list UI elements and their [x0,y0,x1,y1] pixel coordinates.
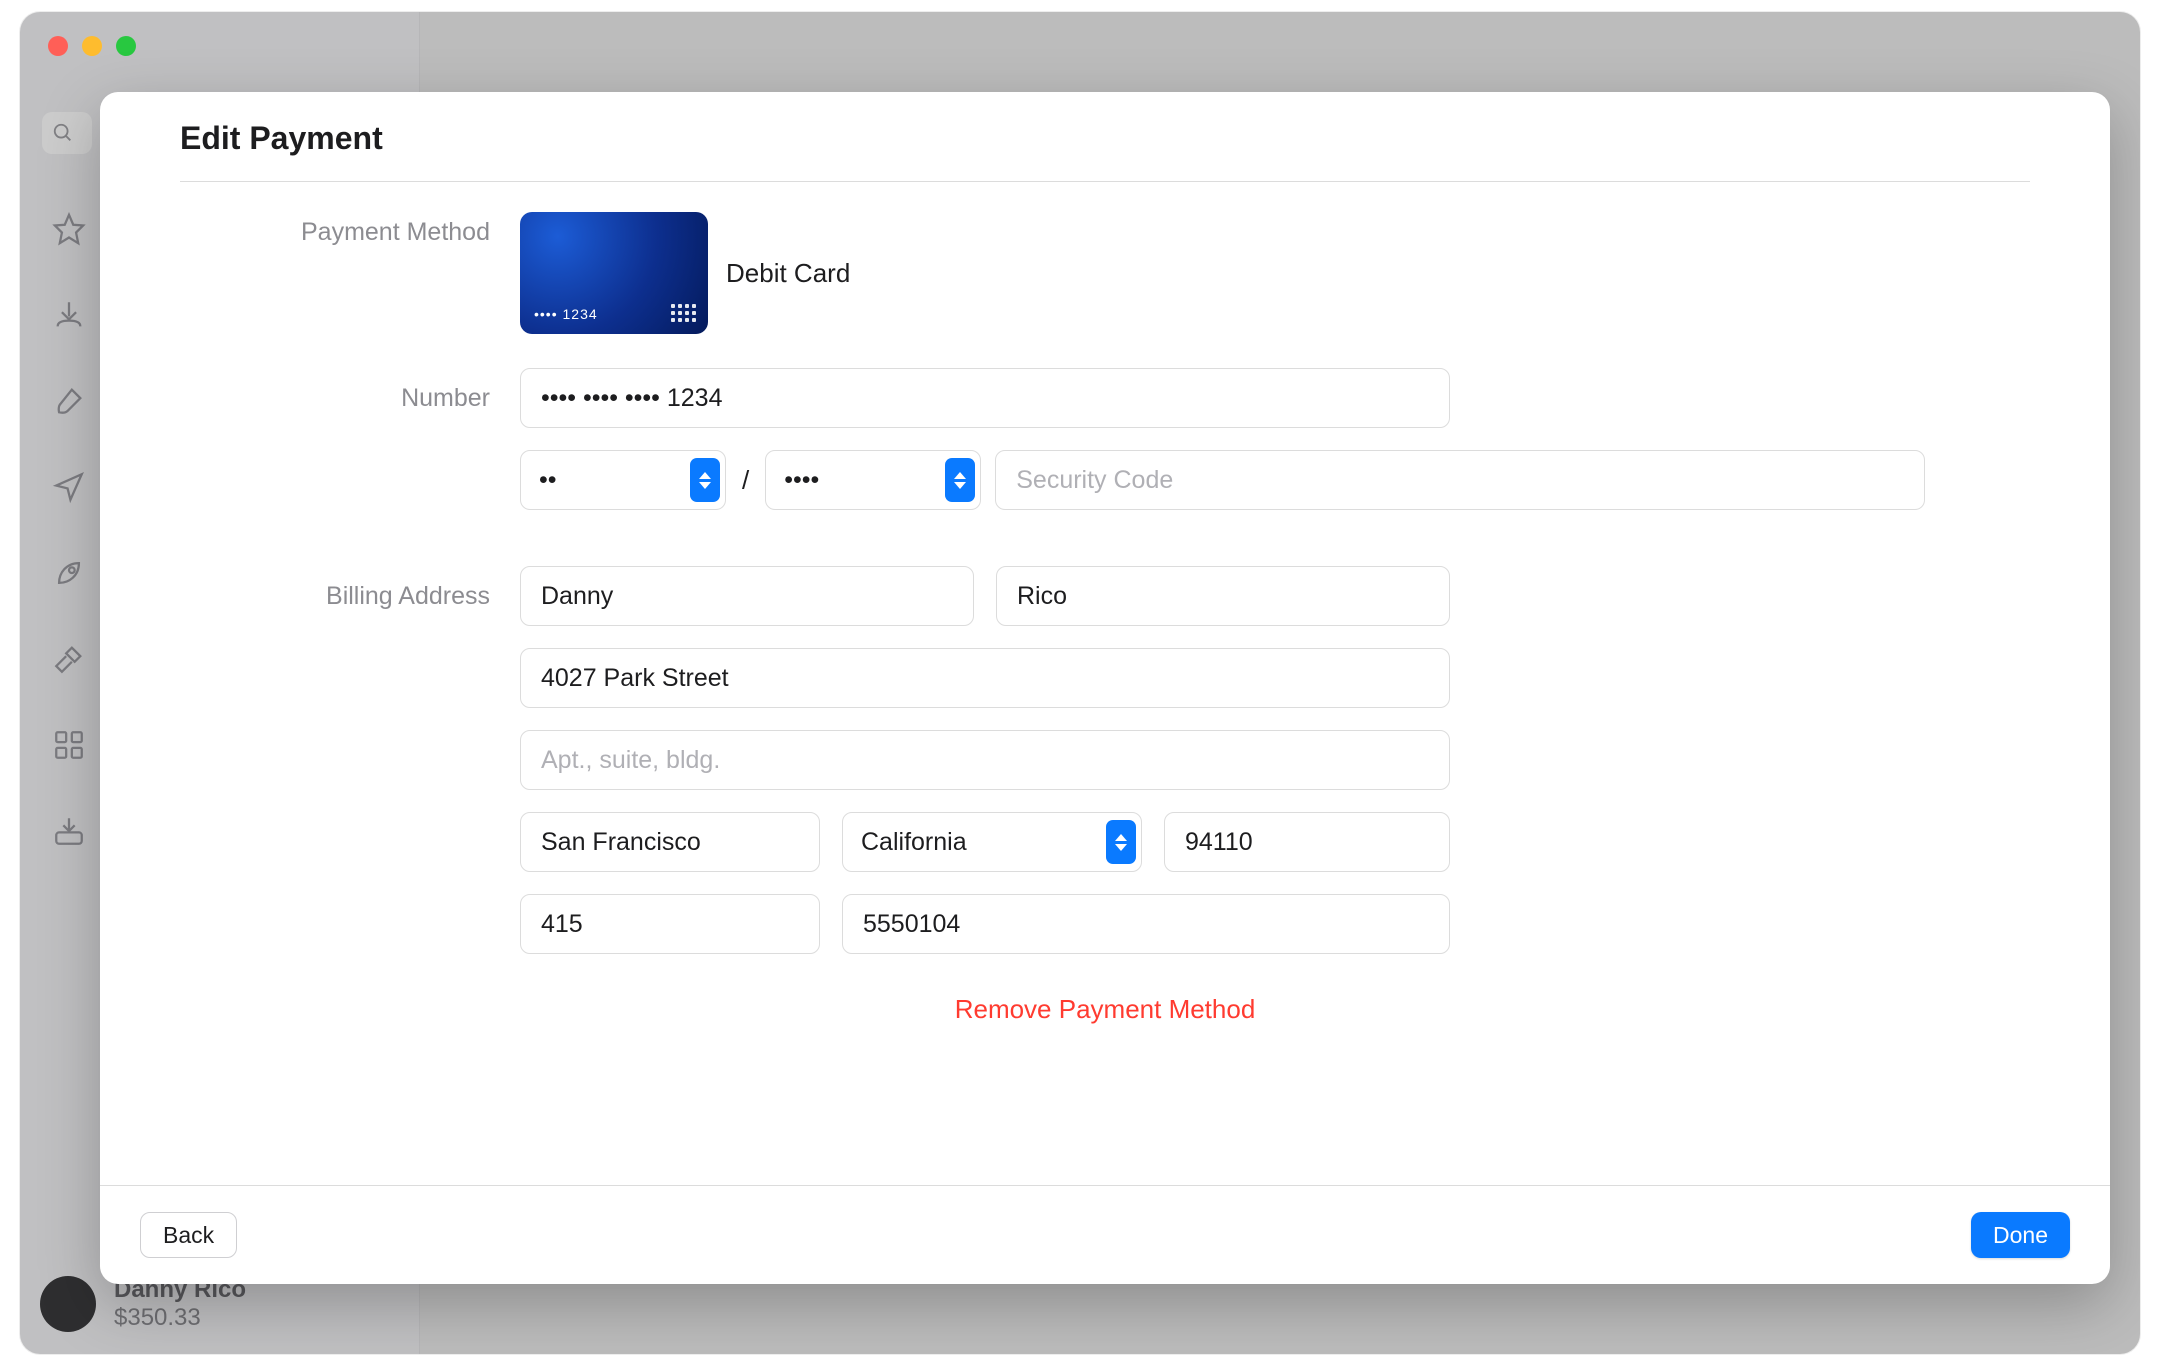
last-name-input[interactable] [996,566,1450,626]
exp-year-value: •••• [784,466,819,495]
window-controls [48,36,136,56]
phone-area-input[interactable] [520,894,820,954]
card-art: •••• 1234 [520,212,708,334]
app-window: Danny Rico $350.33 Edit Payment Payment … [20,12,2140,1354]
exp-month-value: •• [539,466,557,495]
phone-number-input[interactable] [842,894,1450,954]
done-button-label: Done [1993,1222,2048,1249]
first-name-input[interactable] [520,566,974,626]
exp-separator: / [740,465,751,496]
stepper-icon [945,458,975,502]
card-number-input[interactable] [520,368,1450,428]
state-value: California [861,828,967,857]
card-art-last4: •••• 1234 [534,306,598,322]
billing-address-label: Billing Address [180,566,490,611]
card-number-label: Number [180,368,490,413]
window-minimize-button[interactable] [82,36,102,56]
modal-title: Edit Payment [180,120,2030,157]
security-code-input[interactable] [995,450,1925,510]
exp-year-select[interactable]: •••• [765,450,981,510]
keypad-icon [671,304,696,322]
payment-method-label: Payment Method [180,212,490,247]
city-input[interactable] [520,812,820,872]
zip-input[interactable] [1164,812,1450,872]
remove-payment-method-link[interactable]: Remove Payment Method [180,994,2030,1025]
payment-method-type: Debit Card [726,258,850,289]
state-select[interactable]: California [842,812,1142,872]
done-button[interactable]: Done [1971,1212,2070,1258]
back-button[interactable]: Back [140,1212,237,1258]
stepper-icon [1106,820,1136,864]
window-close-button[interactable] [48,36,68,56]
street-input[interactable] [520,648,1450,708]
edit-payment-modal: Edit Payment Payment Method •••• 1234 [100,92,2110,1284]
street2-input[interactable] [520,730,1450,790]
exp-month-select[interactable]: •• [520,450,726,510]
stepper-icon [690,458,720,502]
back-button-label: Back [163,1222,214,1249]
window-zoom-button[interactable] [116,36,136,56]
